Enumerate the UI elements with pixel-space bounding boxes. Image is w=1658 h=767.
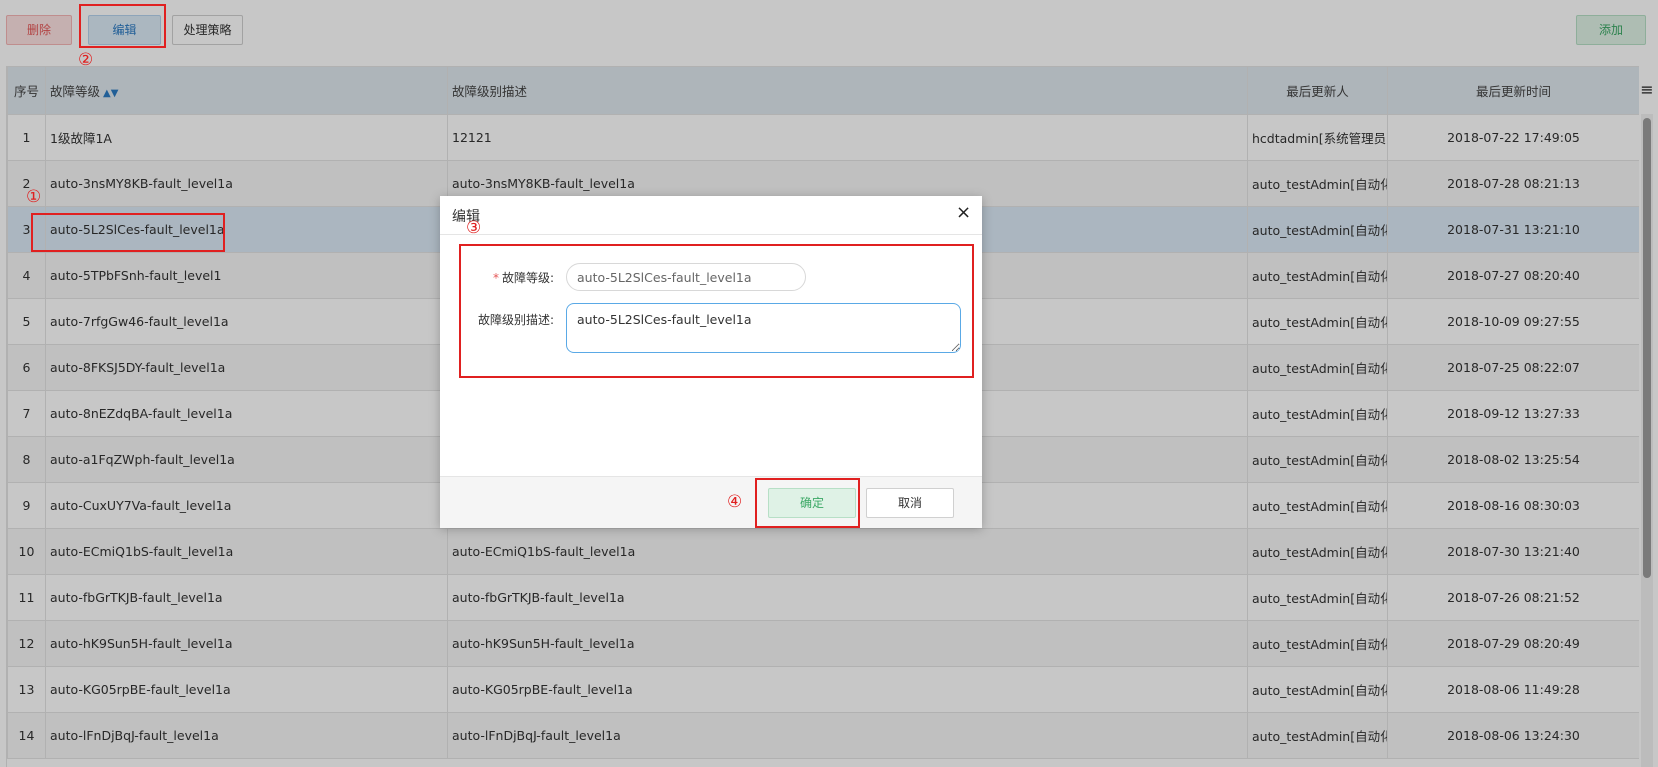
- highlight-confirm-button: [755, 478, 860, 528]
- annotation-marker-4: ④: [727, 492, 743, 512]
- annotation-marker-2: ②: [78, 50, 94, 70]
- close-icon[interactable]: ×: [956, 204, 971, 222]
- dialog-divider: [440, 234, 982, 235]
- highlight-edit-button: [79, 4, 166, 48]
- highlight-form-fields: [459, 244, 974, 378]
- dialog-footer: 确定 取消: [440, 476, 982, 528]
- cancel-button[interactable]: 取消: [866, 488, 954, 518]
- annotation-marker-1: ①: [26, 187, 42, 207]
- annotation-marker-3: ③: [466, 218, 482, 238]
- highlight-selected-row: [31, 213, 225, 252]
